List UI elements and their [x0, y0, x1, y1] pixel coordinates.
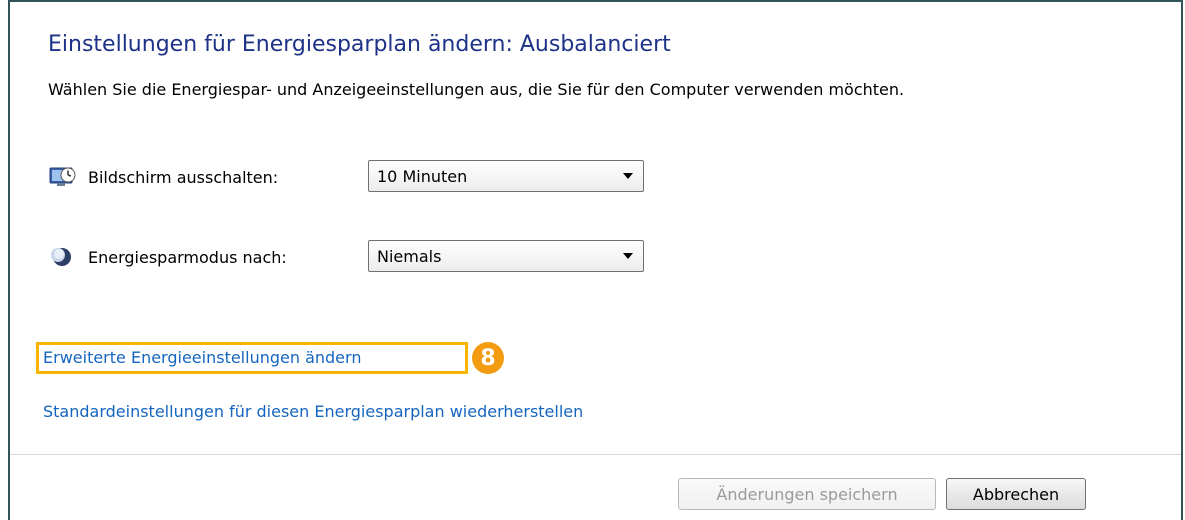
restore-defaults-link[interactable]: Standardeinstellungen für diesen Energie…	[43, 402, 583, 421]
display-off-row: Bildschirm ausschalten: 10 Minuten	[48, 160, 668, 194]
sleep-label: Energiesparmodus nach:	[88, 247, 287, 267]
display-off-label: Bildschirm ausschalten:	[88, 167, 279, 187]
divider	[10, 454, 1181, 455]
step-badge: 8	[472, 342, 504, 374]
display-off-select[interactable]: 10 Minuten	[368, 160, 644, 192]
chevron-down-icon	[623, 253, 633, 259]
highlight-box	[36, 342, 468, 374]
sleep-row: Energiesparmodus nach: Niemals	[48, 240, 668, 274]
power-plan-window: Einstellungen für Energiesparplan ändern…	[8, 0, 1183, 520]
chevron-down-icon	[623, 173, 633, 179]
moon-icon	[48, 245, 78, 269]
page-subtitle: Wählen Sie die Energiespar- und Anzeigee…	[48, 80, 905, 99]
sleep-select[interactable]: Niemals	[368, 240, 644, 272]
sleep-value: Niemals	[377, 246, 442, 266]
page-title: Einstellungen für Energiesparplan ändern…	[48, 32, 671, 57]
cancel-button[interactable]: Abbrechen	[946, 478, 1086, 510]
display-off-value: 10 Minuten	[377, 166, 468, 186]
save-button[interactable]: Änderungen speichern	[678, 478, 936, 510]
monitor-clock-icon	[48, 165, 78, 189]
